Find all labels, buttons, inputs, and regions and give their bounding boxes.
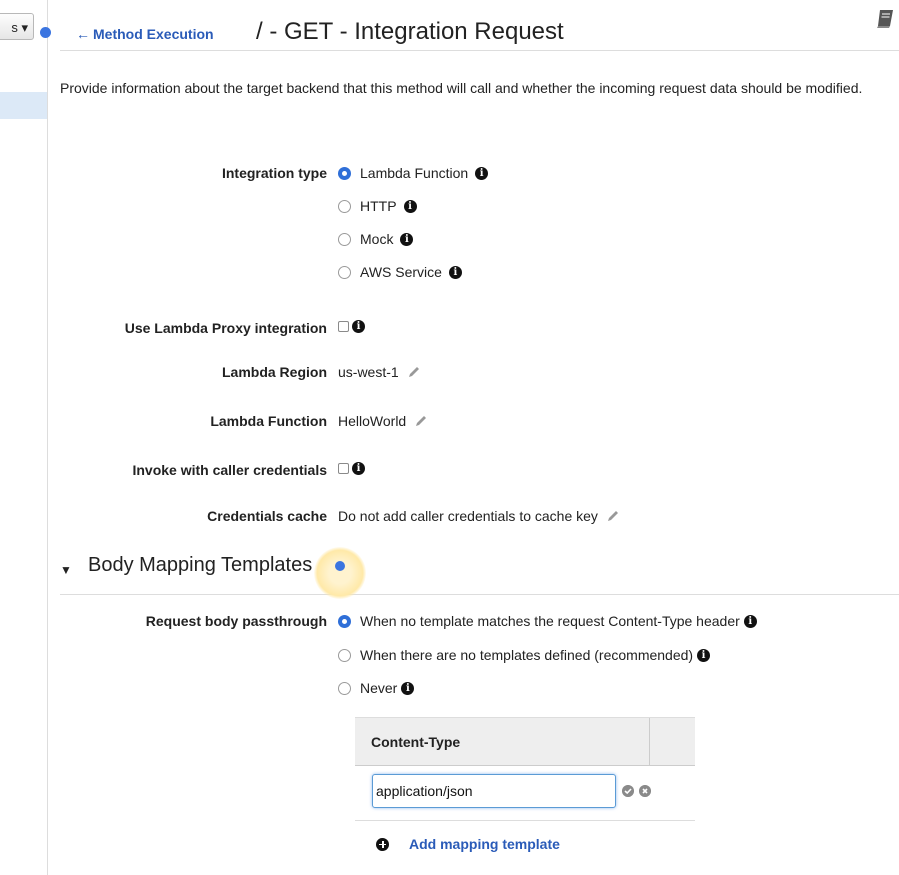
table-row	[355, 766, 695, 821]
caller-credentials-checkbox[interactable]	[338, 463, 349, 474]
add-mapping-template-button[interactable]: Add mapping template	[376, 836, 560, 852]
radio-lambda-function[interactable]	[338, 166, 351, 180]
radio-aws-service[interactable]	[338, 265, 351, 279]
info-icon[interactable]: i	[352, 462, 365, 475]
lambda-region-label: Lambda Region	[221, 364, 327, 380]
info-icon[interactable]: i	[743, 614, 757, 628]
body-mapping-section-header[interactable]: ▼ Body Mapping Templates	[60, 547, 899, 599]
actions-dropdown-button[interactable]: s ▾	[0, 13, 34, 40]
plus-circle-icon	[376, 837, 389, 851]
page-title: / - GET - Integration Request	[256, 18, 564, 45]
content-type-column-header: Content-Type	[371, 734, 461, 750]
info-icon[interactable]: i	[697, 648, 711, 662]
collapse-triangle-icon[interactable]: ▼	[60, 563, 72, 577]
radio-never[interactable]	[338, 681, 351, 695]
info-icon[interactable]: i	[400, 232, 414, 246]
method-execution-back-link[interactable]: ← Method Execution	[76, 26, 214, 42]
passthrough-option-no-templates[interactable]: When there are no templates defined (rec…	[338, 647, 711, 663]
body-mapping-title: Body Mapping Templates	[88, 554, 313, 576]
info-icon[interactable]: i	[403, 199, 417, 213]
integration-type-option-lambda[interactable]: Lambda Function i	[338, 165, 489, 181]
page-description: Provide information about the target bac…	[60, 80, 863, 96]
lambda-region-value: us-west-1	[338, 364, 399, 380]
back-link-label: Method Execution	[93, 26, 214, 42]
page-header: ← Method Execution / - GET - Integration …	[60, 0, 899, 51]
passthrough-label: Request body passthrough	[145, 613, 327, 629]
add-mapping-template-label: Add mapping template	[409, 836, 560, 852]
option-label: When no template matches the request Con…	[360, 613, 740, 629]
lambda-region-value-row: us-west-1	[338, 364, 421, 380]
option-label: Never	[360, 680, 398, 696]
option-label: When there are no templates defined (rec…	[360, 647, 694, 663]
info-icon[interactable]: i	[352, 320, 365, 333]
caller-credentials-control: i	[338, 462, 365, 475]
info-icon[interactable]: i	[475, 166, 489, 180]
confirm-check-icon[interactable]	[622, 785, 634, 797]
integration-type-option-http[interactable]: HTTP i	[338, 198, 417, 214]
lambda-proxy-checkbox[interactable]	[338, 321, 349, 332]
pencil-icon[interactable]	[414, 414, 428, 428]
credentials-cache-value: Do not add caller credentials to cache k…	[338, 508, 598, 524]
passthrough-option-no-match[interactable]: When no template matches the request Con…	[338, 613, 757, 629]
option-label: Lambda Function	[360, 165, 469, 181]
book-icon[interactable]	[876, 9, 894, 29]
passthrough-option-never[interactable]: Never i	[338, 680, 415, 696]
option-label: AWS Service	[360, 264, 442, 280]
column-divider	[649, 718, 650, 765]
sidebar: s ▾	[0, 0, 48, 875]
radio-mock[interactable]	[338, 232, 351, 246]
caller-credentials-label: Invoke with caller credentials	[132, 462, 327, 478]
pencil-icon[interactable]	[407, 365, 421, 379]
lambda-function-value-row: HelloWorld	[338, 413, 428, 429]
credentials-cache-label: Credentials cache	[207, 508, 327, 524]
credentials-cache-value-row: Do not add caller credentials to cache k…	[338, 508, 620, 524]
lambda-proxy-label: Use Lambda Proxy integration	[124, 320, 327, 336]
content-type-table: Content-Type	[355, 717, 695, 821]
resource-indicator-dot	[40, 27, 51, 38]
integration-type-option-mock[interactable]: Mock i	[338, 231, 414, 247]
lambda-function-value: HelloWorld	[338, 413, 407, 429]
pencil-icon[interactable]	[606, 509, 620, 523]
content-type-input[interactable]	[372, 774, 616, 808]
info-icon[interactable]: i	[401, 681, 415, 695]
radio-no-template-match[interactable]	[338, 614, 351, 628]
sidebar-selected-item[interactable]	[0, 92, 47, 119]
radio-http[interactable]	[338, 199, 351, 213]
table-header: Content-Type	[355, 717, 695, 766]
option-label: HTTP	[360, 198, 397, 214]
lambda-function-label: Lambda Function	[210, 413, 327, 429]
radio-no-templates-defined[interactable]	[338, 648, 351, 662]
cancel-x-icon[interactable]	[639, 785, 651, 797]
integration-type-label: Integration type	[221, 165, 327, 181]
lambda-proxy-control: i	[338, 320, 365, 333]
indicator-dot	[335, 561, 345, 571]
highlight-glow	[314, 547, 366, 599]
integration-type-option-aws-service[interactable]: AWS Service i	[338, 264, 462, 280]
option-label: Mock	[360, 231, 394, 247]
info-icon[interactable]: i	[448, 265, 462, 279]
back-arrow-icon: ←	[76, 26, 90, 42]
